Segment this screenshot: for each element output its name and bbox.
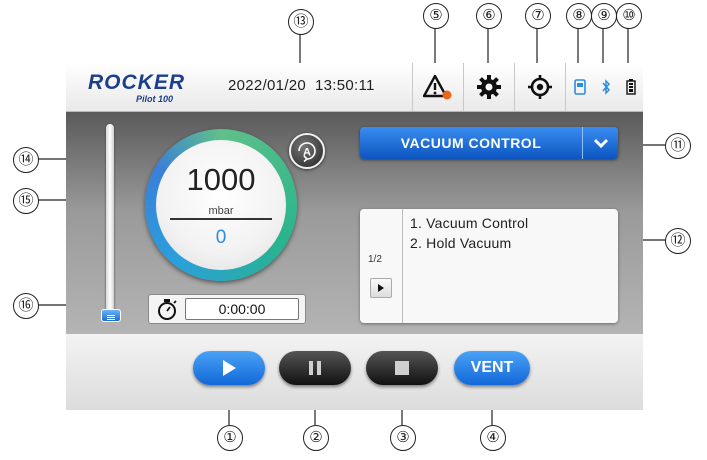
pagination-column: 1/2 xyxy=(360,209,403,323)
gauge-divider xyxy=(170,218,272,220)
auto-mode-button[interactable]: A xyxy=(289,133,325,169)
list-item-hold-vacuum[interactable]: 2. Hold Vacuum xyxy=(410,235,511,251)
callout-10: ⑩ xyxy=(616,3,642,29)
play-small-icon xyxy=(378,284,384,292)
start-button[interactable] xyxy=(193,351,265,385)
chevron-down-icon xyxy=(593,138,609,149)
play-icon xyxy=(223,360,236,376)
sd-card-icon xyxy=(573,79,586,95)
settings-gear-icon xyxy=(477,75,501,99)
program-list-panel: 1/2 1. Vacuum Control 2. Hold Vacuum xyxy=(360,209,618,323)
vent-button[interactable]: VENT xyxy=(454,351,530,385)
status-bar: ROCKER Pilot 100 2022/01/20 13:50:11 xyxy=(66,63,643,112)
callout-11: ⑪ xyxy=(665,133,691,159)
calibration-button[interactable] xyxy=(514,63,565,111)
callout-16: ⑯ xyxy=(13,293,39,319)
callout-12: ⑫ xyxy=(665,228,691,254)
mode-dropdown-label: VACUUM CONTROL xyxy=(400,135,542,151)
callout-6: ⑥ xyxy=(476,3,502,29)
time-text: 13:50:11 xyxy=(315,77,375,94)
rocker-logo: ROCKER Pilot 100 xyxy=(88,71,198,105)
auto-label: A xyxy=(303,147,311,159)
mode-dropdown[interactable]: VACUUM CONTROL xyxy=(360,127,618,159)
date-text: 2022/01/20 xyxy=(228,77,307,94)
pause-button[interactable] xyxy=(279,351,351,385)
logo-text: ROCKER xyxy=(88,71,186,94)
callout-15: ⑮ xyxy=(13,188,39,214)
next-page-button[interactable] xyxy=(370,278,392,298)
callout-5: ⑤ xyxy=(423,3,449,29)
settings-button[interactable] xyxy=(463,63,514,111)
auto-refresh-icon: A xyxy=(298,142,316,163)
pause-icon xyxy=(309,361,321,375)
target-icon xyxy=(528,75,552,99)
vacuum-setpoint-slider[interactable] xyxy=(106,124,114,320)
callout-3: ③ xyxy=(390,425,416,451)
stop-icon xyxy=(395,361,409,375)
callout-13: ⑬ xyxy=(288,9,314,35)
status-icons-group xyxy=(565,63,644,111)
stopwatch-icon xyxy=(158,299,177,320)
device-screen: ROCKER Pilot 100 2022/01/20 13:50:11 100… xyxy=(66,63,643,410)
list-item-vacuum-control[interactable]: 1. Vacuum Control xyxy=(410,215,528,231)
callout-7: ⑦ xyxy=(525,3,551,29)
callout-8: ⑧ xyxy=(566,3,592,29)
callout-4: ④ xyxy=(480,425,506,451)
warning-icon xyxy=(423,74,452,100)
date-time-display: 2022/01/20 13:50:11 xyxy=(228,77,375,94)
slider-handle[interactable] xyxy=(101,309,121,322)
callout-14: ⑭ xyxy=(13,147,39,173)
callout-1: ① xyxy=(217,425,243,451)
vent-label: VENT xyxy=(470,359,514,376)
battery-icon xyxy=(626,79,637,95)
grip-lines-icon xyxy=(107,315,115,320)
pressure-unit: mbar xyxy=(208,205,234,217)
control-bar: VENT xyxy=(66,334,643,410)
dropdown-toggle[interactable] xyxy=(582,127,619,159)
bluetooth-icon xyxy=(602,79,611,95)
timer-panel: 0:00:00 xyxy=(148,294,306,324)
callout-9: ⑨ xyxy=(591,3,617,29)
stop-button[interactable] xyxy=(366,351,438,385)
logo-subtitle: Pilot 100 xyxy=(136,94,174,104)
page-indicator: 1/2 xyxy=(368,254,382,265)
setpoint-value: 0 xyxy=(215,227,227,248)
timer-display[interactable]: 0:00:00 xyxy=(185,298,299,320)
callout-2: ② xyxy=(303,425,329,451)
pressure-value: 1000 xyxy=(186,162,256,197)
alarm-button[interactable] xyxy=(412,63,463,111)
main-panel: 1000 mbar 0 A 0:00:00 VACUUM CONTROL 1/2… xyxy=(66,112,643,334)
